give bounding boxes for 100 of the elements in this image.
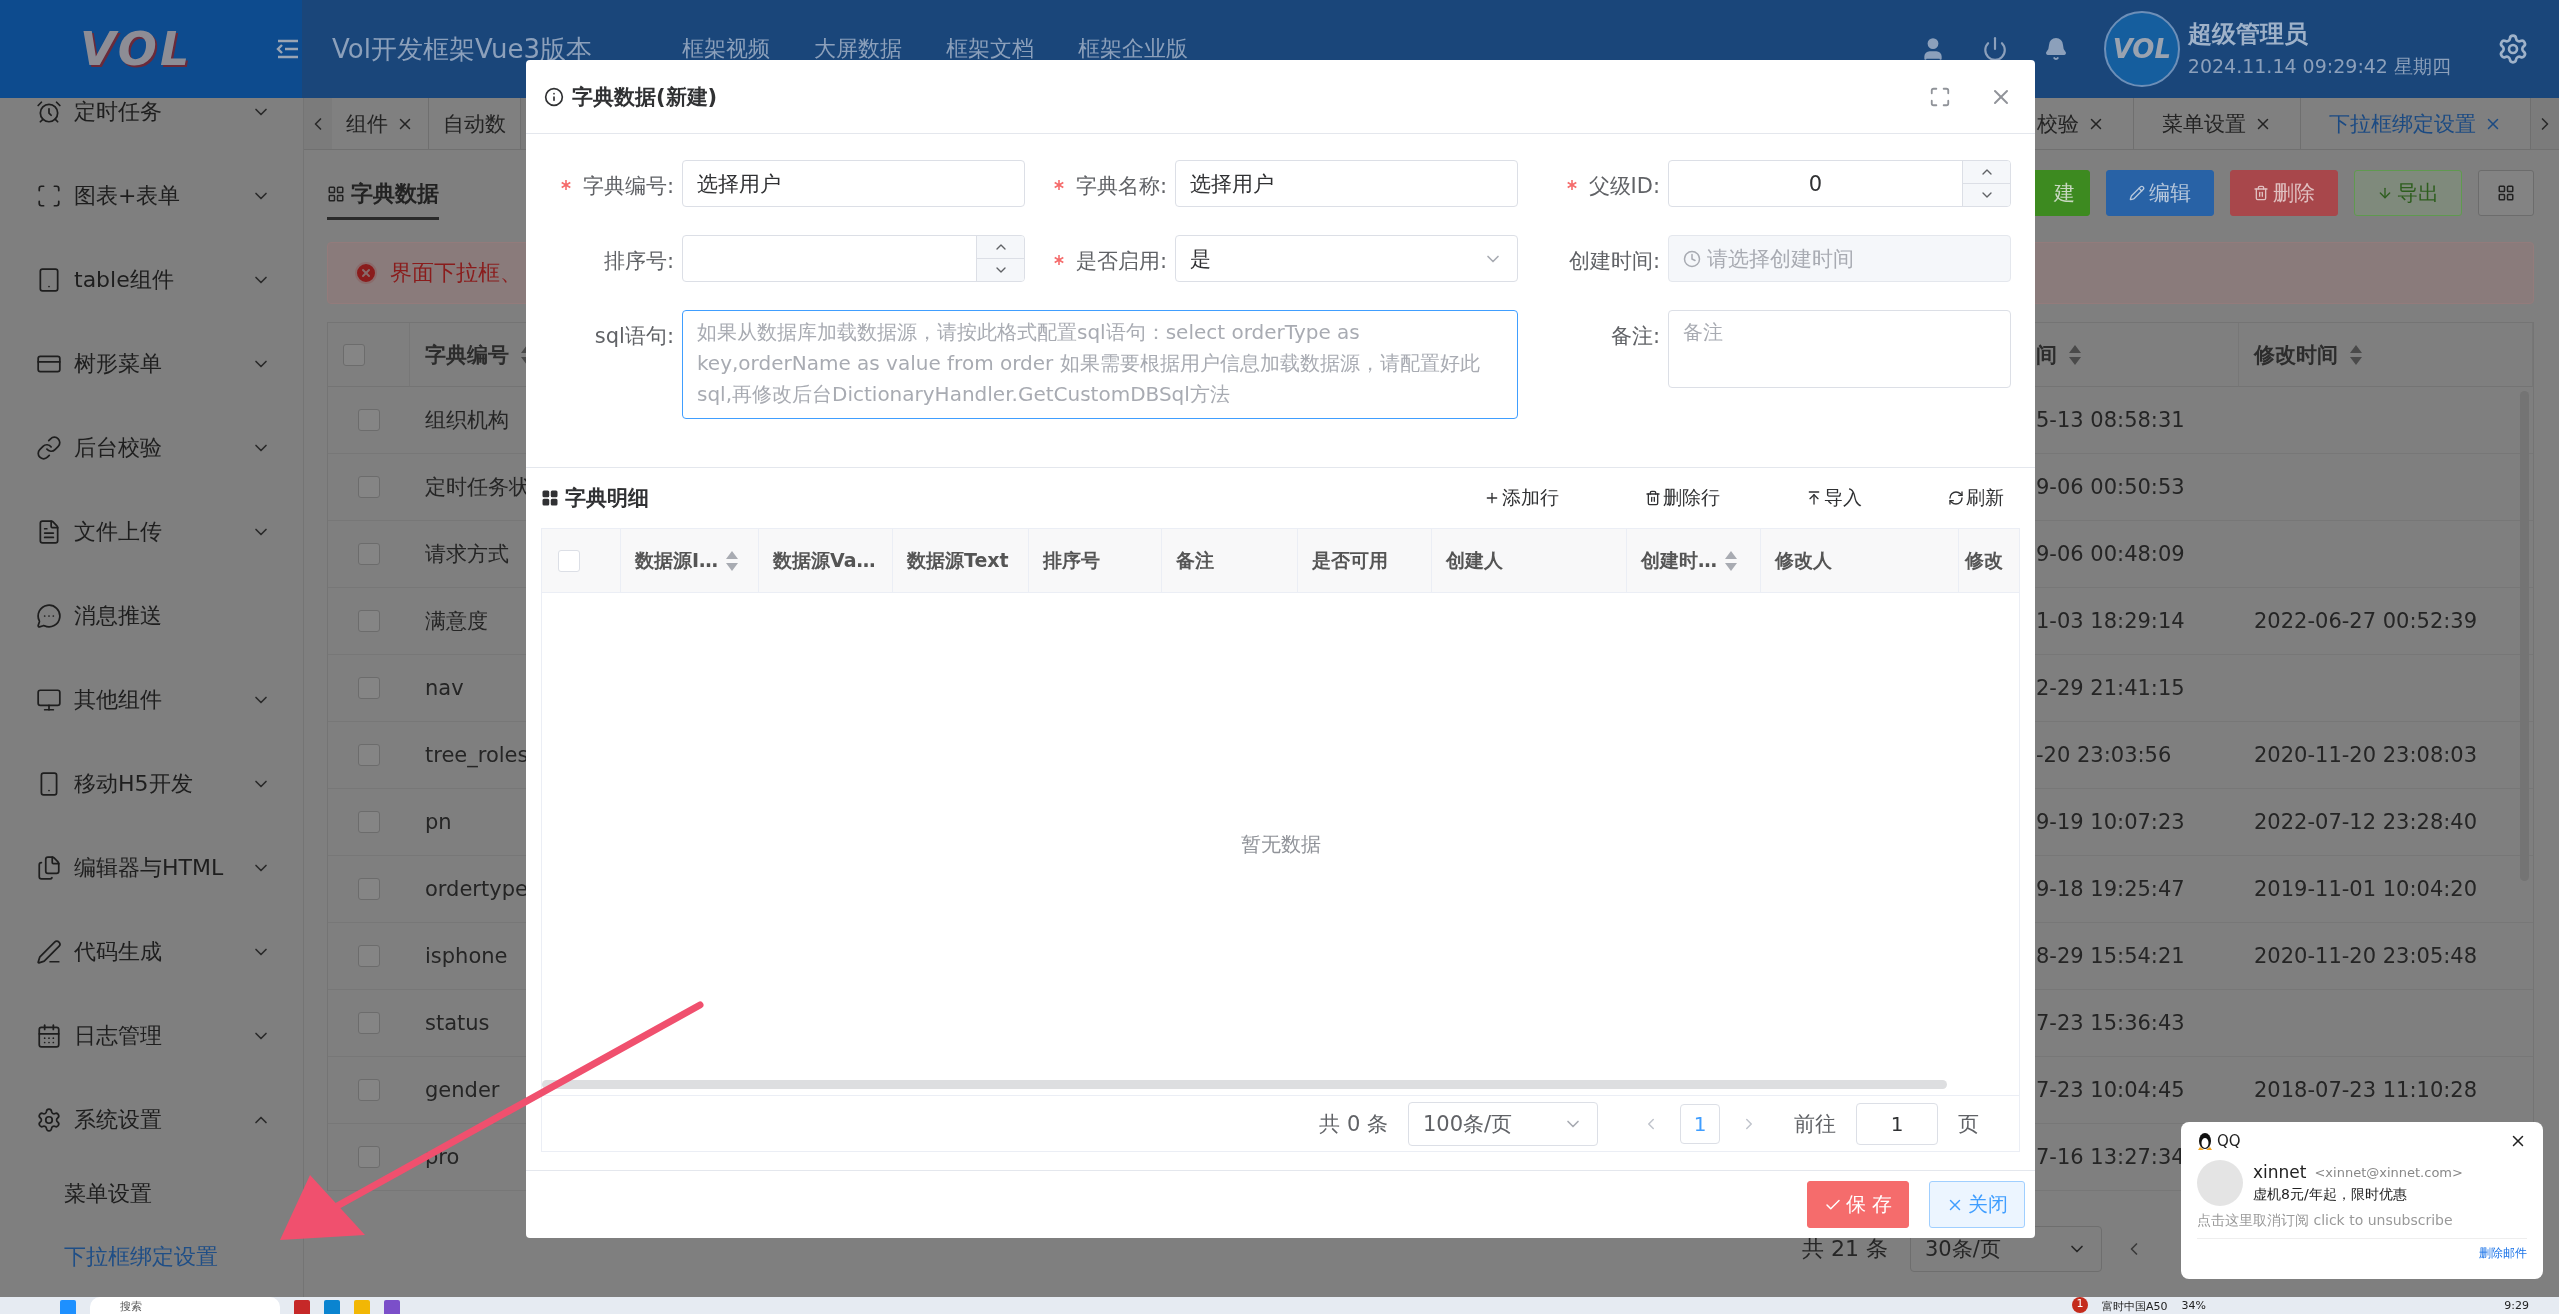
delete-button[interactable]: 删除 [2230, 170, 2338, 216]
sender-name: xinnet [2253, 1162, 2307, 1182]
power-icon[interactable] [1981, 36, 2008, 62]
app-icon[interactable] [384, 1300, 400, 1314]
checkbox[interactable] [358, 1012, 380, 1034]
app-icon[interactable] [324, 1300, 340, 1314]
export-button[interactable]: 导出 [2354, 170, 2462, 216]
table-cell: 2020-11-20 23:05:48 [2239, 923, 2533, 990]
tab[interactable]: 下拉框绑定设置 [2301, 98, 2531, 149]
field-label: 父级ID: [1588, 173, 1660, 200]
checkbox[interactable] [358, 811, 380, 833]
app-icon[interactable] [294, 1300, 310, 1314]
bell-icon[interactable] [2043, 37, 2068, 61]
sidebar-item[interactable]: 图表+表单 [0, 154, 303, 238]
checkbox[interactable] [358, 409, 380, 431]
required-icon [1566, 180, 1577, 190]
checkbox[interactable] [343, 343, 365, 366]
checkbox[interactable] [358, 744, 380, 766]
page-input[interactable]: 1 [1856, 1102, 1938, 1145]
search-field[interactable]: 搜索 [90, 1297, 280, 1314]
tablet-icon [36, 267, 62, 293]
section-tab[interactable]: 字典数据 [327, 179, 439, 220]
checkbox[interactable] [358, 1079, 380, 1101]
trash-icon [1645, 490, 1661, 506]
avatar: VOL [2103, 11, 2180, 87]
chat-icon [36, 603, 62, 629]
sidebar-item[interactable]: 其他组件 [0, 658, 303, 742]
page-suffix: 页 [1958, 1110, 1979, 1138]
grid-icon [327, 185, 345, 203]
column-header: 字典编号 [425, 341, 509, 369]
nav-link[interactable]: 框架企业版 [1078, 34, 1188, 64]
sidebar-subitem[interactable]: 下拉框绑定设置 [0, 1225, 303, 1288]
column-header: 修改时间 [2254, 341, 2338, 369]
sidebar-item[interactable]: 后台校验 [0, 406, 303, 490]
checkbox[interactable] [358, 543, 380, 565]
checkbox[interactable] [358, 1146, 380, 1168]
document-icon [36, 519, 62, 545]
sidebar-item[interactable]: table组件 [0, 238, 303, 322]
unsubscribe-link[interactable]: 点击这里取消订阅 click to unsubscribe [2197, 1212, 2527, 1239]
fullscreen-icon[interactable] [1929, 85, 1951, 108]
menu-icon[interactable] [276, 39, 301, 59]
text-field[interactable]: 选择用户 [682, 160, 1025, 207]
nav-link[interactable]: 框架视频 [682, 34, 770, 64]
refresh-icon [1948, 490, 1964, 506]
column-header: 数据源Text [907, 547, 1009, 573]
tab[interactable]: 菜单设置 [2134, 98, 2301, 149]
tab[interactable]: 自动数 [429, 98, 521, 149]
stock-widget: 富时中国A50 [2102, 1299, 2168, 1314]
files-icon [36, 855, 62, 881]
sidebar-item[interactable]: 定时任务 [0, 98, 303, 154]
sidebar-item[interactable]: 日志管理 [0, 994, 303, 1078]
toolbar-button[interactable]: 导入 [1806, 485, 1862, 511]
total-count: 共 21 条 [1802, 1235, 1888, 1263]
checkbox[interactable] [358, 945, 380, 967]
columns-button[interactable] [2478, 170, 2534, 216]
error-icon [354, 261, 378, 285]
page-size-select[interactable]: 100条/页 [1408, 1101, 1598, 1146]
column-header: 数据源I… [635, 547, 719, 573]
sidebar-item[interactable]: 代码生成 [0, 910, 303, 994]
edit-button[interactable]: 编辑 [2106, 170, 2214, 216]
textarea-field[interactable]: 如果从数据库加载数据源，请按此格式配置sql语句：select orderType as key,orderName as value from order 如果需要根据用户信息加载数据源，请配置好此sql,再修改后台DictionaryHandler.GetCustomDBSql方法 [682, 310, 1518, 419]
column-header: 排序号 [1043, 547, 1100, 573]
save-button[interactable]: 保 存 [1806, 1181, 1909, 1228]
required-icon [1053, 255, 1064, 265]
sidebar-item[interactable]: 编辑器与HTML [0, 826, 303, 910]
tab[interactable]: 组件 [332, 98, 429, 149]
toolbar-button[interactable]: 刷新 [1948, 485, 2004, 511]
checkbox[interactable] [358, 878, 380, 900]
scan-icon [36, 183, 62, 209]
sidebar-item[interactable]: 移动H5开发 [0, 742, 303, 826]
start-icon[interactable] [60, 1300, 76, 1314]
page-number[interactable]: 1 [1680, 1103, 1720, 1144]
sidebar-item[interactable]: 系统设置 [0, 1078, 303, 1162]
sidebar-item[interactable]: 文件上传 [0, 490, 303, 574]
sidebar-item[interactable]: 消息推送 [0, 574, 303, 658]
nav-link[interactable]: 框架文档 [946, 34, 1034, 64]
number-field[interactable]: 0 [1668, 160, 2011, 207]
grid-icon [2497, 184, 2515, 202]
number-field[interactable] [682, 235, 1025, 282]
date-time: 2024.11.14 09:29:42 星期四 [2187, 54, 2451, 79]
avatar [2197, 1160, 2243, 1206]
column-header: 数据源Va… [773, 547, 876, 573]
sidebar-item[interactable]: 树形菜单 [0, 322, 303, 406]
text-field[interactable]: 选择用户 [1175, 160, 1518, 207]
nav-link[interactable]: 大屏数据 [814, 34, 902, 64]
settings-icon[interactable] [2497, 33, 2529, 65]
checkbox[interactable] [358, 610, 380, 632]
field-label: 是否启用: [1075, 248, 1167, 275]
sidebar-subitem[interactable]: 菜单设置 [0, 1162, 303, 1225]
toolbar-button[interactable]: 删除行 [1645, 485, 1720, 511]
calendar-icon [36, 1023, 62, 1049]
checkbox[interactable] [358, 476, 380, 498]
checkbox[interactable] [358, 677, 380, 699]
delete-mail-link[interactable]: 删除邮件 [2479, 1245, 2527, 1262]
scrollbar[interactable] [542, 1080, 1947, 1089]
toolbar-button[interactable]: 添加行 [1484, 485, 1559, 511]
select-field[interactable]: 是 [1175, 235, 1518, 282]
close-button[interactable]: 关闭 [1929, 1181, 2025, 1228]
textarea-field[interactable]: 备注 [1668, 310, 2011, 388]
info-icon [544, 86, 564, 107]
